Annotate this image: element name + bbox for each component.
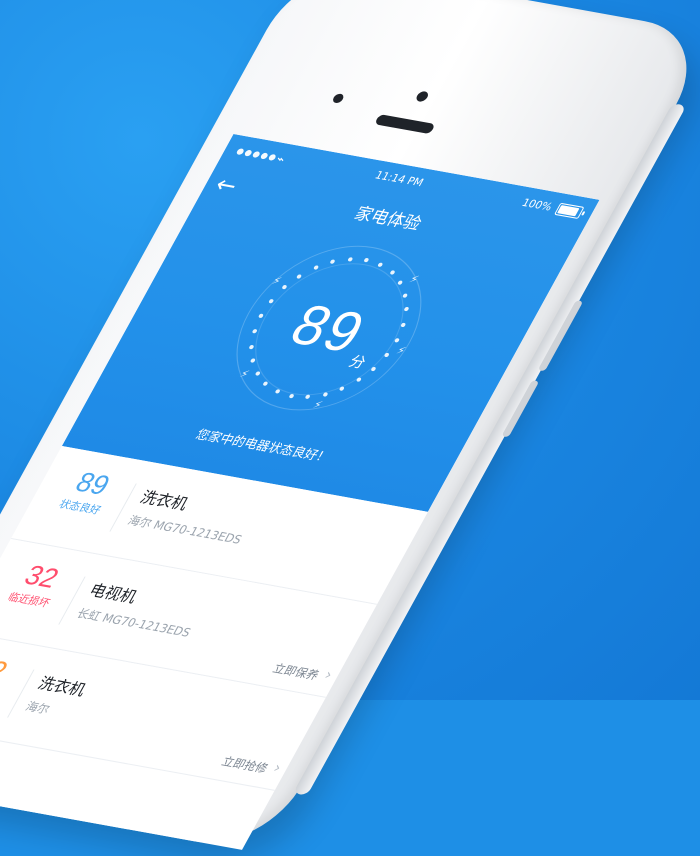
dial-tick <box>262 381 269 387</box>
chevron-right-icon: › <box>269 759 285 777</box>
dial-tick <box>389 269 396 275</box>
dial-tick <box>312 264 319 270</box>
battery-percent: 100% <box>519 196 555 214</box>
dial-tick <box>402 292 409 298</box>
appliance-name: 洗衣机 <box>34 673 90 700</box>
dial-tick <box>339 386 346 392</box>
status-time: 11:14 PM <box>372 169 426 190</box>
appliance-score: 62 状态良好 <box>0 651 29 705</box>
battery-icon <box>553 202 585 220</box>
dial-tick <box>288 393 295 399</box>
dial-tick <box>397 280 404 285</box>
battery-indicator: 100% <box>519 196 585 220</box>
dial-tick <box>304 394 311 400</box>
bolt-icon: ⚡ <box>237 368 251 381</box>
signal-dots <box>234 146 280 164</box>
appliance-score: 89 状态良好 <box>45 465 131 519</box>
dial-tick <box>254 371 261 376</box>
appliance-model: 海尔 <box>22 699 53 717</box>
appliance-name: 电视机 <box>85 580 141 607</box>
score-dial: 89 分 ⚡ ⚡ ⚡ ⚡ ⚡ <box>203 232 455 424</box>
appliance-score-value: 62 <box>0 651 14 688</box>
appliance-action[interactable]: 立即抢修 <box>219 753 272 777</box>
appliance-model: 海尔 MG70-1213EDS <box>125 513 245 547</box>
dial-tick <box>321 392 328 398</box>
dial-tick <box>347 256 354 262</box>
appliance-action[interactable]: 立即保养 <box>270 660 323 684</box>
dial-tick <box>249 358 256 364</box>
appliance-score: 32 临近损坏 <box>0 558 80 612</box>
dial-tick <box>330 259 337 264</box>
appliance-name: 洗衣机 <box>136 487 192 514</box>
dial-tick <box>363 257 370 263</box>
bolt-icon: ⚡ <box>311 399 325 412</box>
chevron-right-icon: › <box>321 666 336 684</box>
bolt-icon: ⚡ <box>406 274 420 287</box>
appliance-model: 长虹 MG70-1213EDS <box>74 606 194 640</box>
dial-tick <box>274 389 281 394</box>
dial-tick <box>377 262 384 267</box>
dial-tick <box>355 377 362 383</box>
